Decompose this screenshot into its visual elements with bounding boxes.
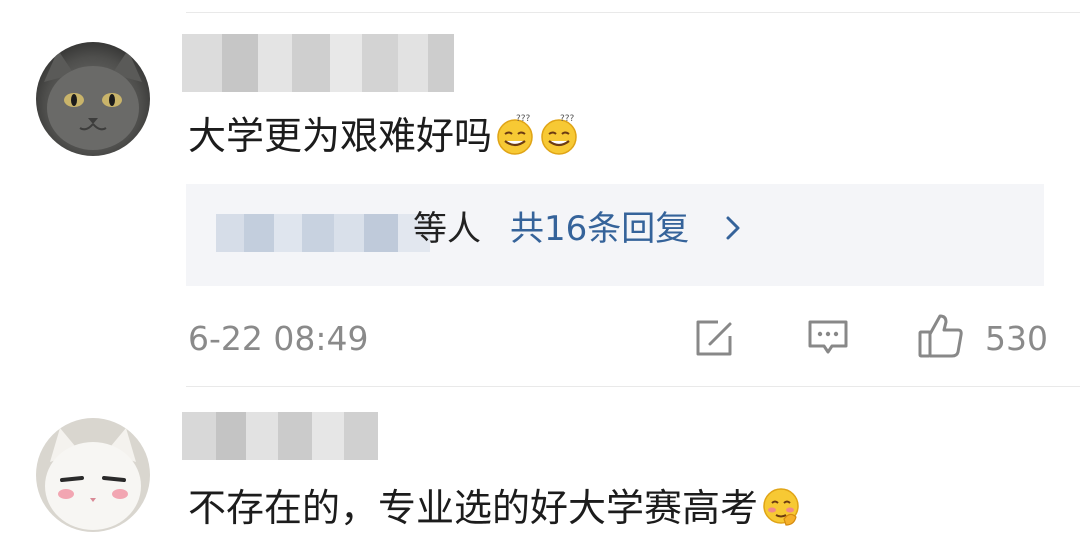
comment-time: 6-22 08:49 bbox=[188, 319, 369, 358]
comment-divider bbox=[186, 386, 1080, 387]
blush-hand-icon bbox=[760, 485, 802, 527]
view-replies-link[interactable]: 共16条回复 bbox=[510, 206, 689, 252]
like-thumb-icon[interactable] bbox=[916, 312, 966, 360]
repost-icon[interactable] bbox=[692, 318, 736, 358]
dizzy-smile-icon: ??? bbox=[538, 113, 580, 155]
avatar[interactable] bbox=[36, 418, 150, 532]
reply-users-suffix: 等人 bbox=[413, 209, 481, 249]
svg-text:???: ??? bbox=[560, 114, 575, 124]
svg-text:???: ??? bbox=[516, 114, 531, 124]
reply-users-blurred bbox=[216, 214, 430, 252]
comment-body: 大学更为艰难好吗 bbox=[188, 114, 493, 158]
comment-icon[interactable] bbox=[806, 318, 850, 358]
comment-body: 不存在的，专业选的好大学赛高考 bbox=[188, 486, 759, 530]
comment-text: 不存在的，专业选的好大学赛高考 bbox=[188, 484, 802, 532]
top-divider bbox=[186, 12, 1080, 13]
chevron-right-icon bbox=[726, 216, 740, 240]
username-blurred[interactable] bbox=[182, 34, 454, 92]
white-cat-avatar-icon bbox=[36, 418, 150, 532]
dizzy-smile-icon: ??? bbox=[494, 113, 536, 155]
replies-preview[interactable]: 等人 共16条回复 bbox=[186, 184, 1044, 286]
comment-text: 大学更为艰难好吗?????? bbox=[188, 112, 580, 160]
like-count: 530 bbox=[985, 319, 1048, 358]
avatar[interactable] bbox=[36, 42, 150, 156]
username-blurred[interactable] bbox=[182, 412, 378, 460]
cat-avatar-icon bbox=[36, 42, 150, 156]
